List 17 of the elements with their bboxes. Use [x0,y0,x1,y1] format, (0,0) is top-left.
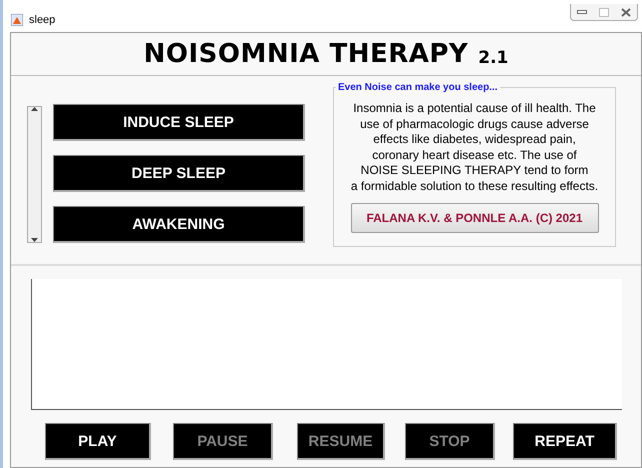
scroll-down-icon[interactable] [31,238,38,242]
mode-button[interactable]: INDUCE SLEEP [53,104,305,141]
scrollbar[interactable] [27,106,42,243]
mode-button[interactable]: AWAKENING [53,206,305,243]
close-icon[interactable] [621,8,631,16]
credit-button[interactable]: FALANA K.V. & PONNLE A.A. (C) 2021 [350,203,598,233]
playback-button[interactable]: REPEAT [513,423,617,460]
panel-legend: Even Noise can make you sleep... [336,82,500,93]
scroll-up-icon[interactable] [31,107,38,111]
minimize-icon[interactable] [577,10,587,14]
window-title: sleep [29,14,56,26]
version-label: 2.1 [478,48,508,68]
description-text: Insomnia is a potential cause of ill health. The use of pharmacologic drugs cause adverse effects like diabetes, widespread pain, coronary heart disease etc. The use of NOISE SLEEPING THERAPY tend to form a formidable solution to these resulting effects. [350,101,598,194]
app-icon [11,14,23,26]
mode-button[interactable]: DEEP SLEEP [53,155,305,192]
app-title: NOISOMNIA THERAPY [144,39,468,69]
playback-button[interactable]: PLAY [45,423,151,460]
